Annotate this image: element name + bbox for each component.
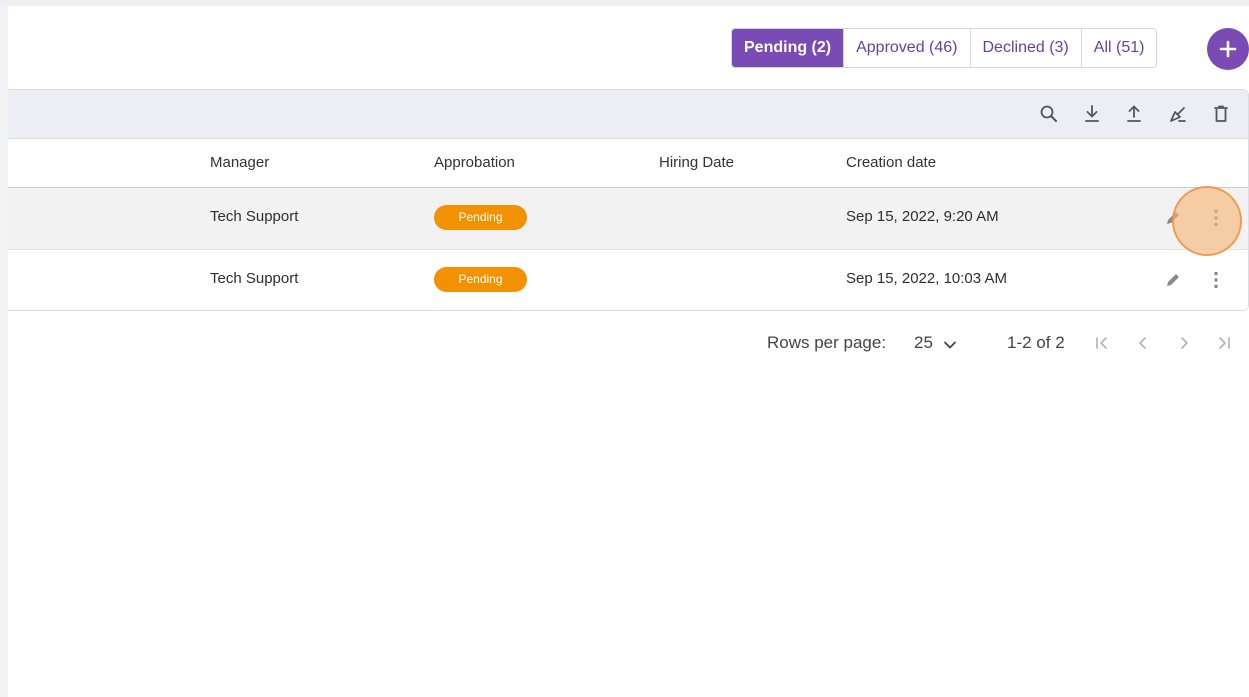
clear-filter-icon[interactable] — [1167, 103, 1189, 125]
filter-approved[interactable]: Approved (46) — [844, 29, 971, 67]
filter-all[interactable]: All (51) — [1081, 29, 1157, 67]
column-header-approbation[interactable]: Approbation — [434, 154, 515, 171]
trash-icon[interactable] — [1210, 103, 1232, 125]
column-header-hiring-date[interactable]: Hiring Date — [659, 154, 734, 171]
add-button[interactable] — [1207, 28, 1249, 70]
search-icon[interactable] — [1038, 103, 1060, 125]
table-header-row: Manager Approbation Hiring Date Creation… — [8, 139, 1248, 188]
pagination: Rows per page: 25 1-2 of 2 — [0, 330, 1249, 358]
next-page-icon[interactable] — [1174, 333, 1194, 353]
requests-table: Manager Approbation Hiring Date Creation… — [8, 89, 1249, 311]
pagination-range: 1-2 of 2 — [1007, 333, 1065, 352]
chevron-down-icon — [944, 341, 956, 349]
filter-declined[interactable]: Declined (3) — [970, 29, 1082, 67]
plus-icon — [1219, 40, 1237, 58]
table-toolbar — [8, 90, 1248, 139]
last-page-icon[interactable] — [1214, 333, 1234, 353]
status-filter-tabs: Pending (2) Approved (46) Declined (3) A… — [731, 28, 1158, 68]
more-vert-icon[interactable] — [1205, 269, 1227, 291]
pencil-icon[interactable] — [1162, 269, 1184, 291]
creation-date-cell: Sep 15, 2022, 9:20 AM — [846, 208, 999, 225]
more-vert-icon[interactable] — [1205, 207, 1227, 229]
creation-date-cell: Sep 15, 2022, 10:03 AM — [846, 270, 1007, 287]
column-header-creation-date[interactable]: Creation date — [846, 154, 936, 171]
rows-per-page-value: 25 — [914, 333, 933, 352]
manager-cell: Tech Support — [210, 270, 299, 287]
upload-icon[interactable] — [1123, 103, 1145, 125]
column-header-manager[interactable]: Manager — [210, 154, 269, 171]
rows-per-page-label: Rows per page: — [767, 333, 887, 352]
status-badge: Pending — [434, 267, 527, 292]
table-row[interactable]: Tech Support Pending Sep 15, 2022, 10:03… — [8, 250, 1248, 310]
pencil-icon[interactable] — [1162, 207, 1184, 229]
filter-pending[interactable]: Pending (2) — [732, 29, 845, 67]
table-row[interactable]: Tech Support Pending Sep 15, 2022, 9:20 … — [8, 188, 1248, 250]
first-page-icon[interactable] — [1092, 333, 1112, 353]
download-icon[interactable] — [1081, 103, 1103, 125]
prev-page-icon[interactable] — [1133, 333, 1153, 353]
status-badge: Pending — [434, 205, 527, 230]
manager-cell: Tech Support — [210, 208, 299, 225]
